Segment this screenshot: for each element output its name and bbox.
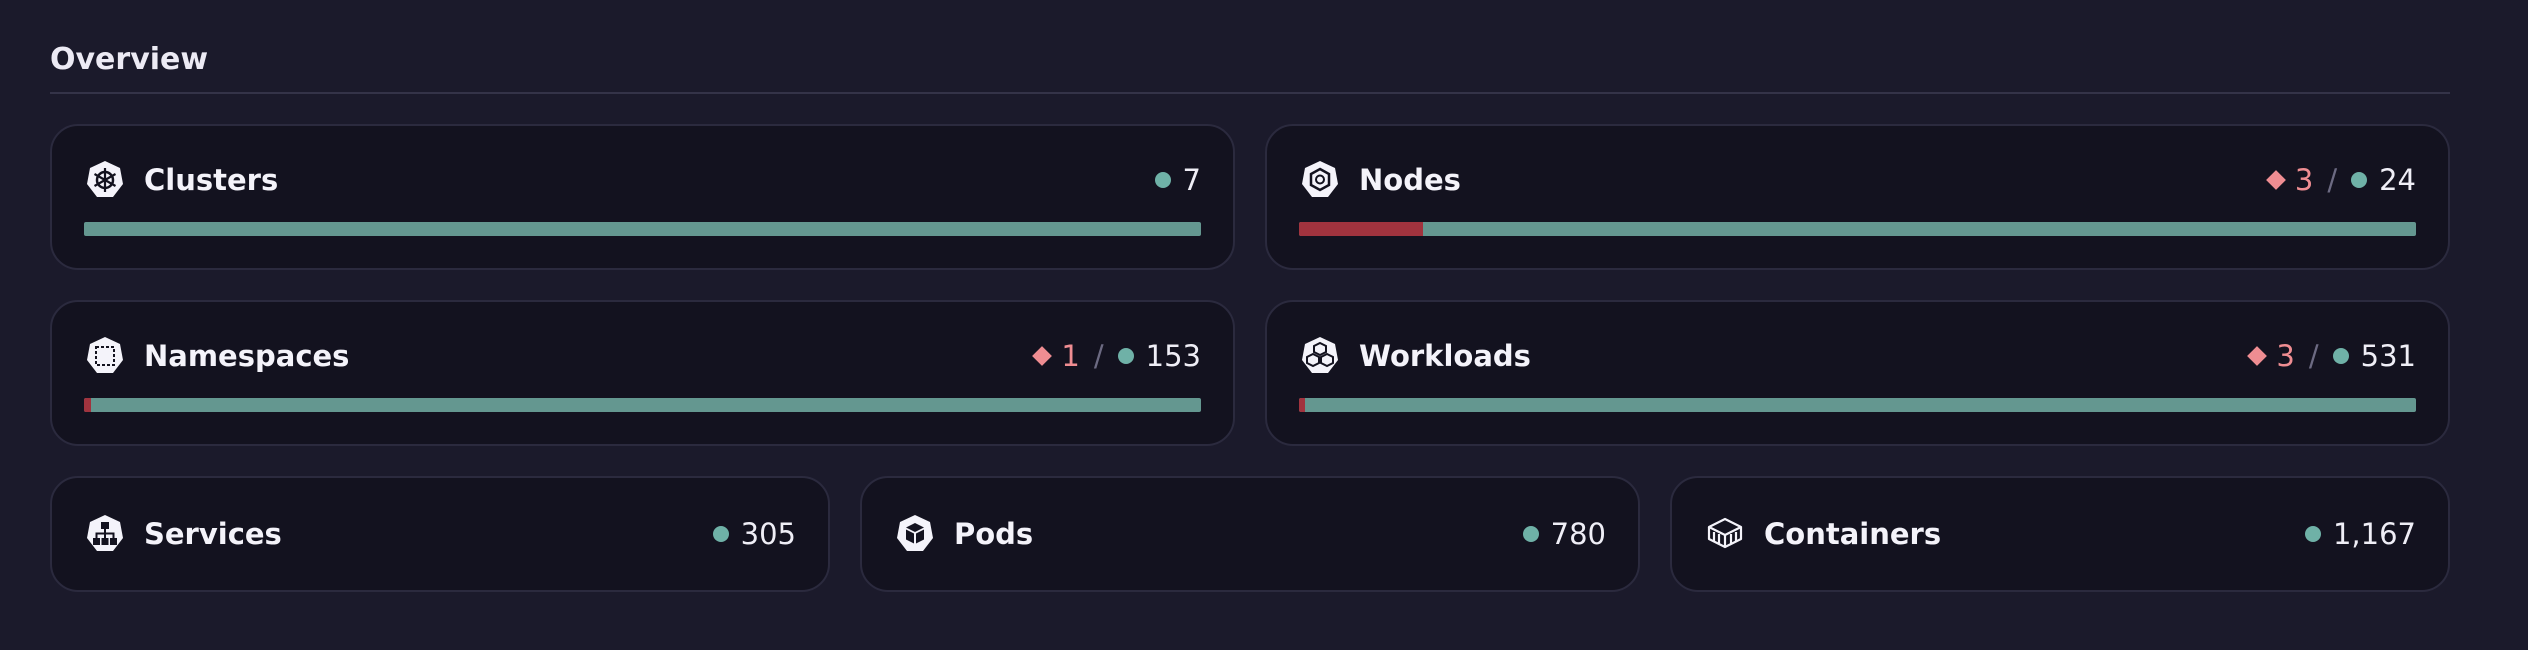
section-divider: [50, 92, 2450, 94]
status-counts: 7: [1154, 163, 1201, 197]
namespace-icon: [84, 335, 126, 377]
card-title: Containers: [1764, 517, 1942, 551]
healthy-count: 305: [740, 517, 796, 551]
services-card[interactable]: Services 305: [50, 476, 830, 592]
status-counts: 305: [712, 517, 796, 551]
card-title: Pods: [954, 517, 1034, 551]
card-title: Namespaces: [144, 339, 350, 373]
status-counts: 1 / 153: [1032, 339, 1201, 373]
card-title: Clusters: [144, 163, 279, 197]
healthy-count: 531: [2360, 339, 2416, 373]
card-title: Workloads: [1359, 339, 1531, 373]
overview-row-3: Services 305 Pods 780 Containers 1,167: [50, 476, 2450, 592]
workloads-card[interactable]: Workloads 3 / 531: [1265, 300, 2450, 446]
healthy-count: 1,167: [2332, 517, 2416, 551]
warning-count: 3: [2294, 163, 2314, 197]
status-bar: [1299, 398, 2416, 412]
workload-icon: [1299, 335, 1341, 377]
service-icon: [84, 513, 126, 555]
healthy-dot: [1154, 172, 1171, 188]
warning-diamond: [2265, 170, 2286, 190]
warning-count: 1: [1061, 339, 1080, 373]
healthy-count: 153: [1145, 339, 1201, 373]
clusters-card[interactable]: Clusters 7: [50, 124, 1235, 270]
overview-section: Overview Clusters 7 Nodes 3 / 24 Namespa…: [50, 40, 2450, 622]
node-icon: [1299, 159, 1341, 201]
card-header: Pods 780: [894, 506, 1606, 562]
card-header: Namespaces 1 / 153: [84, 328, 1201, 384]
card-header: Workloads 3 / 531: [1299, 328, 2416, 384]
healthy-dot: [712, 526, 729, 542]
healthy-count: 780: [1550, 517, 1606, 551]
overview-row-1: Clusters 7 Nodes 3 / 24: [50, 124, 2450, 270]
kubernetes-helm-icon: [84, 159, 126, 201]
warning-segment: [1299, 398, 1306, 412]
card-title: Nodes: [1359, 163, 1461, 197]
card-header: Clusters 7: [84, 152, 1201, 208]
warning-diamond: [2247, 346, 2268, 366]
nodes-card[interactable]: Nodes 3 / 24: [1265, 124, 2450, 270]
warning-count: 3: [2276, 339, 2295, 373]
card-header: Nodes 3 / 24: [1299, 152, 2416, 208]
warning-diamond: [1032, 346, 1053, 366]
card-header: Services 305: [84, 506, 796, 562]
count-separator: /: [2327, 163, 2338, 197]
status-bar: [84, 222, 1201, 236]
status-counts: 3 / 531: [2247, 339, 2416, 373]
healthy-dot: [2351, 172, 2368, 188]
status-counts: 3 / 24: [2265, 163, 2416, 197]
healthy-dot: [1522, 526, 1539, 542]
count-separator: /: [1093, 339, 1104, 373]
namespaces-card[interactable]: Namespaces 1 / 153: [50, 300, 1235, 446]
status-bar: [1299, 222, 2416, 236]
status-counts: 780: [1522, 517, 1606, 551]
container-icon: [1704, 513, 1746, 555]
status-counts: 1,167: [2304, 517, 2416, 551]
healthy-count: 7: [1182, 163, 1201, 197]
card-title: Services: [144, 517, 282, 551]
overview-row-2: Namespaces 1 / 153 Workloads 3 / 531: [50, 300, 2450, 446]
count-separator: /: [2308, 339, 2319, 373]
healthy-count: 24: [2379, 163, 2416, 197]
healthy-dot: [1117, 348, 1134, 364]
pods-card[interactable]: Pods 780: [860, 476, 1640, 592]
containers-card[interactable]: Containers 1,167: [1670, 476, 2450, 592]
card-header: Containers 1,167: [1704, 506, 2416, 562]
warning-segment: [84, 398, 92, 412]
healthy-dot: [2304, 526, 2321, 542]
status-bar: [84, 398, 1201, 412]
section-title: Overview: [50, 42, 209, 77]
pod-icon: [894, 513, 936, 555]
warning-segment: [1299, 222, 1423, 236]
healthy-dot: [2332, 348, 2349, 364]
